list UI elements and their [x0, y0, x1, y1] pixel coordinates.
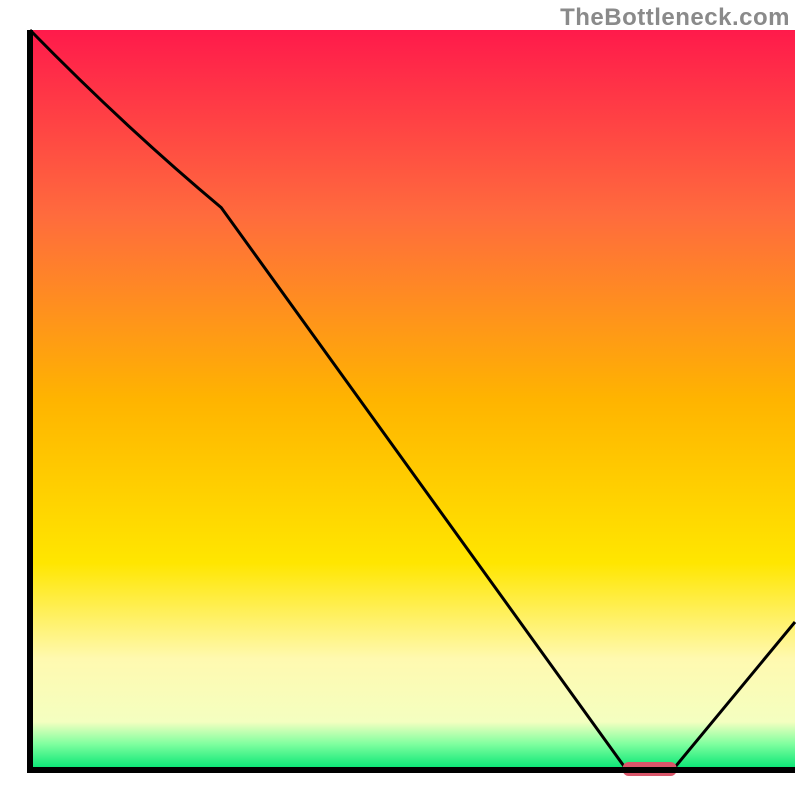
chart-container: TheBottleneck.com — [0, 0, 800, 800]
watermark-text: TheBottleneck.com — [560, 4, 790, 32]
bottleneck-chart — [0, 0, 800, 800]
